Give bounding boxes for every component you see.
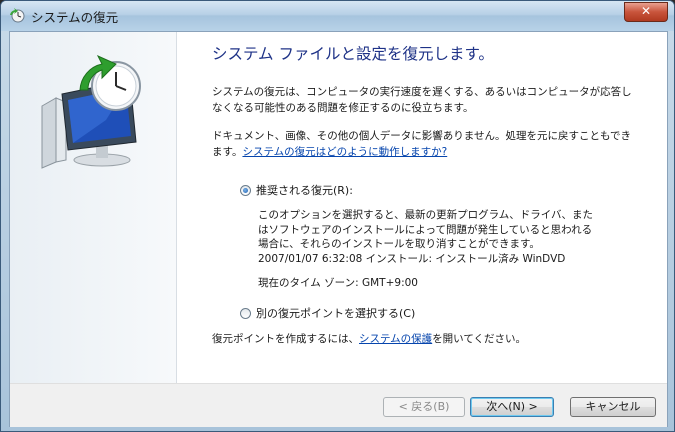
choose-restore-point-label[interactable]: 別の復元ポイントを選択する(C) <box>256 305 415 321</box>
system-protection-link[interactable]: システムの保護 <box>359 333 432 345</box>
cancel-button[interactable]: キャンセル <box>570 397 656 417</box>
create-prefix: 復元ポイントを作成するには、 <box>212 333 359 345</box>
recommended-description: このオプションを選択すると、最新の更新プログラム、ドライバ、またはソフトウェアの… <box>258 209 594 250</box>
recommended-restore-option[interactable]: 推奨される復元(R): <box>240 182 353 198</box>
close-button[interactable]: ✕ <box>624 2 668 22</box>
window-title: システムの復元 <box>31 10 119 25</box>
restore-point-info: 2007/01/07 6:32:08 インストール: インストール済み WinD… <box>258 253 566 265</box>
page-heading: システム ファイルと設定を復元します。 <box>212 45 494 63</box>
note-paragraph: ドキュメント、画像、その他の個人データに影響ありません。処理を元に戻すこともでき… <box>212 128 632 160</box>
monitor-clock-restore-icon <box>41 54 141 169</box>
dialog-client-area: システム ファイルと設定を復元します。 システムの復元は、コンピュータの実行速度… <box>9 31 668 427</box>
how-it-works-link[interactable]: システムの復元はどのように動作しますか? <box>242 146 447 158</box>
timezone-info: 現在のタイム ゾーン: GMT+9:00 <box>258 277 418 289</box>
system-restore-icon <box>10 8 25 23</box>
back-button[interactable]: < 戻る(B) <box>383 397 465 417</box>
next-button[interactable]: 次へ(N) > <box>470 397 554 417</box>
intro-text: システムの復元は、コンピュータの実行速度を遅くする、あるいはコンピュータが応答し… <box>212 86 632 114</box>
left-graphic-panel <box>10 32 177 383</box>
create-suffix: を開いてください。 <box>432 333 527 345</box>
system-restore-window: システムの復元 ✕ システム ファイルと設定を復元します。 システムの復元は、コ… <box>0 0 675 432</box>
button-bar: < 戻る(B) 次へ(N) > キャンセル <box>10 383 667 427</box>
choose-restore-point-option[interactable]: 別の復元ポイントを選択する(C) <box>240 305 415 321</box>
recommended-restore-label[interactable]: 推奨される復元(R): <box>256 182 353 198</box>
recommended-restore-radio[interactable] <box>240 184 251 196</box>
create-restore-point-text: 復元ポイントを作成するには、システムの保護を開いてください。 <box>212 331 632 347</box>
title-bar[interactable]: システムの復元 ✕ <box>1 1 674 31</box>
choose-restore-point-radio[interactable] <box>240 307 251 319</box>
